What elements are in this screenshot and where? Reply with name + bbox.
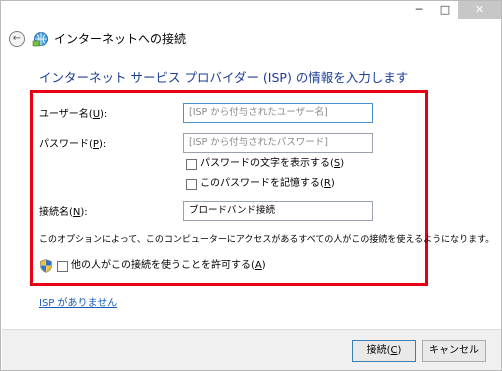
allow-others-label[interactable]: 他の人がこの接続を使うことを許可する(A) — [71, 259, 266, 273]
minimize-button[interactable]: ─ — [406, 1, 432, 19]
close-button[interactable]: ✕ — [458, 1, 501, 19]
allow-others-checkbox[interactable] — [57, 261, 68, 272]
sharing-note: このオプションによって、このコンピューターにアクセスがあるすべての人がこの接続を… — [39, 235, 495, 245]
no-isp-link[interactable]: ISP がありません — [39, 297, 117, 311]
username-input[interactable]: [ISP から付与されたユーザー名] — [183, 103, 373, 123]
remember-password-checkbox[interactable] — [186, 179, 197, 190]
connection-name-input[interactable]: ブロードバンド接続 — [183, 201, 373, 221]
password-input[interactable]: [ISP から付与されたパスワード] — [183, 133, 373, 153]
cancel-button[interactable]: キャンセル — [422, 340, 486, 362]
username-label: ユーザー名(U): — [39, 109, 108, 120]
dialog-window: ─ □ ✕ ← インターネットへの接続 インターネット サービス プロバイダー … — [0, 0, 502, 371]
show-password-checkbox[interactable] — [186, 159, 197, 170]
back-button[interactable]: ← — [9, 31, 25, 47]
show-password-label[interactable]: パスワードの文字を表示する(S) — [200, 157, 344, 171]
network-globe-icon — [32, 32, 48, 47]
page-heading: インターネット サービス プロバイダー (ISP) の情報を入力します — [39, 70, 409, 85]
remember-password-label[interactable]: このパスワードを記憶する(R) — [200, 177, 335, 191]
window-title: インターネットへの接続 — [54, 32, 187, 46]
maximize-button[interactable]: □ — [432, 1, 458, 19]
title-bar: ─ □ ✕ — [1, 1, 501, 19]
uac-shield-icon — [40, 259, 52, 273]
connection-name-label: 接続名(N): — [39, 207, 88, 218]
password-label: パスワード(P): — [39, 139, 107, 150]
connect-button[interactable]: 接続(C) — [352, 340, 416, 362]
